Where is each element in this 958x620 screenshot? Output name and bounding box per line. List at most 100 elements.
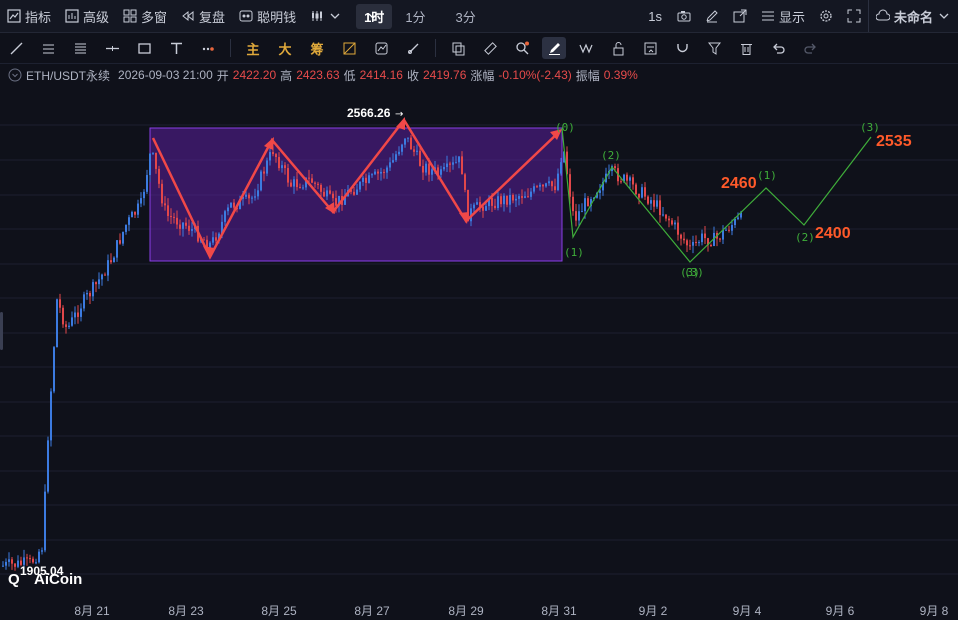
candle-body: [629, 177, 631, 181]
pattern-tool[interactable]: [570, 33, 602, 63]
interval-1s[interactable]: 1s: [640, 9, 670, 24]
candle-body: [575, 211, 577, 221]
price-chart[interactable]: (0) (1) (2) (3) (3) (1) (2) (3) 2460 240…: [0, 86, 958, 598]
candle-body: [137, 203, 139, 215]
settings-button[interactable]: [812, 0, 840, 32]
display-label: 显示: [778, 9, 805, 25]
lock-tool[interactable]: [602, 33, 634, 63]
target-2535: 2535: [876, 133, 912, 150]
fib-tool[interactable]: [64, 33, 96, 63]
panel-resize-handle[interactable]: [0, 312, 3, 350]
indicators-label: 指标: [25, 9, 52, 25]
indicators-button[interactable]: 指标: [0, 0, 58, 32]
candle-body: [32, 558, 34, 563]
filter-tool[interactable]: [698, 33, 730, 63]
display-button[interactable]: 显示: [754, 0, 812, 32]
smart-money-button[interactable]: 聪明钱: [232, 0, 303, 32]
timeframe-3m[interactable]: 3分: [448, 7, 484, 26]
candle-body: [560, 162, 562, 174]
candle-body: [410, 137, 412, 150]
magnet-tool[interactable]: [666, 33, 698, 63]
copy-tool[interactable]: [442, 33, 474, 63]
rewind-icon: [182, 10, 194, 22]
undo-button[interactable]: [762, 33, 794, 63]
chart-type-dropdown[interactable]: [303, 0, 349, 32]
wave-label-3b: (3): [684, 266, 704, 279]
fullscreen-button[interactable]: [840, 0, 868, 32]
parallel-channel-tool[interactable]: [32, 33, 64, 63]
redo-button[interactable]: [794, 33, 826, 63]
x-label: 9月 2: [638, 604, 668, 618]
cloud-icon: [875, 9, 890, 21]
candle-body: [272, 152, 274, 155]
advanced-button[interactable]: 高级: [58, 0, 116, 32]
screenshot-button[interactable]: [670, 0, 698, 32]
chips-toggle[interactable]: 筹: [301, 33, 333, 63]
timeframe-1m[interactable]: 1分: [397, 7, 433, 26]
rectangle-tool[interactable]: [128, 33, 160, 63]
candle-body: [524, 196, 526, 198]
multi-window-label: 多窗: [141, 9, 168, 25]
layout-dropdown[interactable]: 未命名: [867, 0, 958, 32]
candle-body: [353, 191, 355, 195]
candle-body: [536, 186, 538, 188]
candle-body: [431, 169, 433, 175]
change-label: 涨幅: [470, 68, 495, 83]
collapse-icon[interactable]: [8, 68, 22, 82]
candle-body: [74, 312, 76, 318]
candle-body: [683, 238, 685, 241]
close-value: 2419.76: [423, 68, 467, 82]
candle-body: [662, 214, 664, 216]
multi-window-button[interactable]: 多窗: [116, 0, 174, 32]
candle-body: [293, 179, 295, 187]
candle-body: [314, 182, 316, 184]
watermark-logo: Q: [8, 571, 20, 588]
candle-body: [374, 171, 376, 175]
filter-icon: [707, 42, 721, 55]
main-chart-toggle[interactable]: 主: [237, 33, 269, 63]
template-tool[interactable]: [634, 33, 666, 63]
candle-body: [230, 202, 232, 208]
chart-icon: [7, 9, 21, 23]
candle-body: [143, 191, 145, 199]
replay-button[interactable]: 复盘: [174, 0, 232, 32]
more-tools[interactable]: [192, 33, 224, 63]
aicoin-watermark: Q AiCoin: [8, 571, 82, 588]
candle-body: [542, 184, 544, 187]
candle-body: [260, 171, 262, 191]
horizontal-line-tool[interactable]: [96, 33, 128, 63]
candle-body: [212, 237, 214, 243]
channel-icon: [42, 44, 54, 53]
candle-body: [5, 561, 7, 566]
candle-body: [671, 220, 673, 225]
big-order-toggle[interactable]: 大: [269, 33, 301, 63]
separator: [435, 39, 436, 57]
ruler-icon: [483, 41, 497, 55]
edit-button[interactable]: [698, 0, 726, 32]
time-axis[interactable]: 8月 21 8月 23 8月 25 8月 27 8月 29 8月 31 9月 2…: [0, 598, 958, 620]
candle-body: [422, 165, 424, 173]
gear-icon: [820, 10, 832, 22]
ratio-tool[interactable]: [333, 33, 365, 63]
popout-button[interactable]: [726, 0, 754, 32]
text-icon: [170, 42, 182, 54]
text-tool[interactable]: [160, 33, 192, 63]
low-value: 2414.16: [359, 68, 403, 82]
delete-tool[interactable]: [730, 33, 762, 63]
candle-body: [83, 294, 85, 309]
candle-body: [653, 200, 655, 207]
zoom-tool[interactable]: [506, 33, 538, 63]
candle-body: [698, 242, 700, 244]
candle-body: [554, 186, 556, 191]
brush-tool[interactable]: [542, 37, 566, 59]
timeframe-dropdown[interactable]: 1时: [349, 0, 397, 32]
x-label: 8月 21: [74, 604, 110, 618]
measure-tool[interactable]: [397, 33, 429, 63]
ruler-tool[interactable]: [474, 33, 506, 63]
candle-body: [11, 559, 13, 564]
trendline-tool[interactable]: [0, 33, 32, 63]
compare-tool[interactable]: [365, 33, 397, 63]
target-2400: 2400: [815, 225, 851, 242]
amplitude-label: 振幅: [575, 68, 600, 83]
candle-body: [704, 233, 706, 239]
